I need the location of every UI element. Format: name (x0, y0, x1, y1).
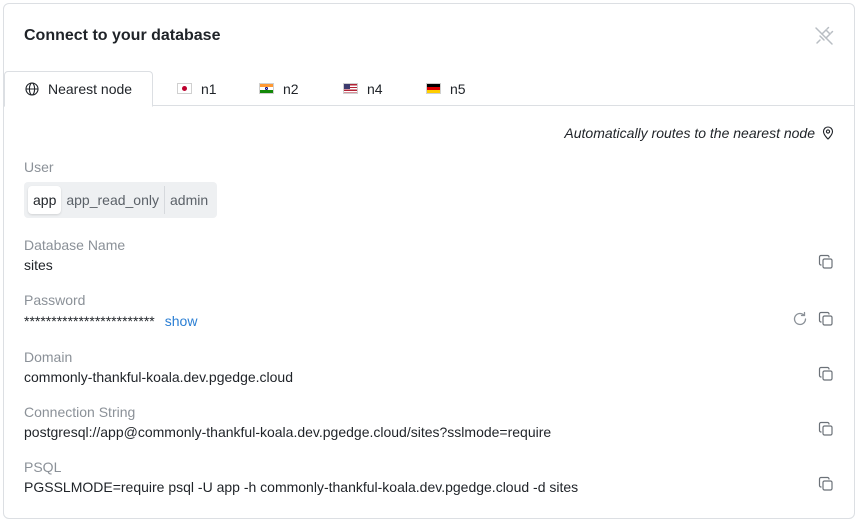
domain-label: Domain (24, 349, 73, 365)
globe-icon (25, 82, 39, 96)
route-note-text: Automatically routes to the nearest node (564, 125, 815, 141)
connect-database-card: Connect to your database Nearest node n1 (3, 3, 855, 519)
psql-label: PSQL (24, 459, 62, 475)
refresh-icon[interactable] (792, 311, 808, 327)
usa-flag-icon (343, 83, 358, 94)
tab-label: n5 (450, 80, 466, 97)
user-option-app-read-only[interactable]: app_read_only (61, 186, 164, 214)
password-value: ************************ (24, 313, 155, 329)
japan-flag-icon (177, 83, 192, 94)
database-name-label: Database Name (24, 237, 126, 253)
tab-label: n1 (201, 80, 217, 97)
database-name-value: sites (24, 257, 53, 273)
tab-n5[interactable]: n5 (426, 71, 466, 106)
psql-value: PGSSLMODE=require psql -U app -h commonl… (24, 479, 579, 495)
tab-n2[interactable]: n2 (259, 71, 299, 106)
copy-connection-string-icon[interactable] (818, 421, 834, 437)
germany-flag-icon (426, 83, 441, 94)
tab-label: n2 (283, 80, 299, 97)
route-note: Automatically routes to the nearest node (564, 125, 834, 141)
location-pin-icon (822, 126, 834, 140)
password-label: Password (24, 292, 86, 308)
user-selector: app app_read_only admin (24, 182, 218, 218)
india-flag-icon (259, 83, 274, 94)
tab-label: n4 (367, 80, 383, 97)
connection-string-label: Connection String (24, 404, 136, 420)
user-option-app[interactable]: app (28, 186, 62, 214)
node-tabs: Nearest node n1 n2 n4 n5 (4, 71, 854, 107)
copy-domain-icon[interactable] (818, 366, 834, 382)
tab-n1[interactable]: n1 (177, 71, 217, 106)
password-row: ************************ show (24, 313, 197, 329)
copy-psql-icon[interactable] (818, 476, 834, 492)
copy-password-icon[interactable] (818, 311, 834, 327)
show-password-link[interactable]: show (165, 313, 198, 329)
card-title: Connect to your database (24, 27, 221, 44)
user-label: User (24, 159, 54, 175)
disconnected-plug-icon[interactable] (814, 26, 834, 46)
tab-nearest-node[interactable]: Nearest node (4, 71, 154, 107)
tab-n4[interactable]: n4 (343, 71, 383, 106)
copy-database-name-icon[interactable] (818, 254, 834, 270)
connection-string-value: postgresql://app@commonly-thankful-koala… (24, 424, 552, 440)
user-option-admin[interactable]: admin (165, 186, 213, 214)
tab-label: Nearest node (48, 81, 133, 97)
domain-value: commonly-thankful-koala.dev.pgedge.cloud (24, 369, 294, 385)
